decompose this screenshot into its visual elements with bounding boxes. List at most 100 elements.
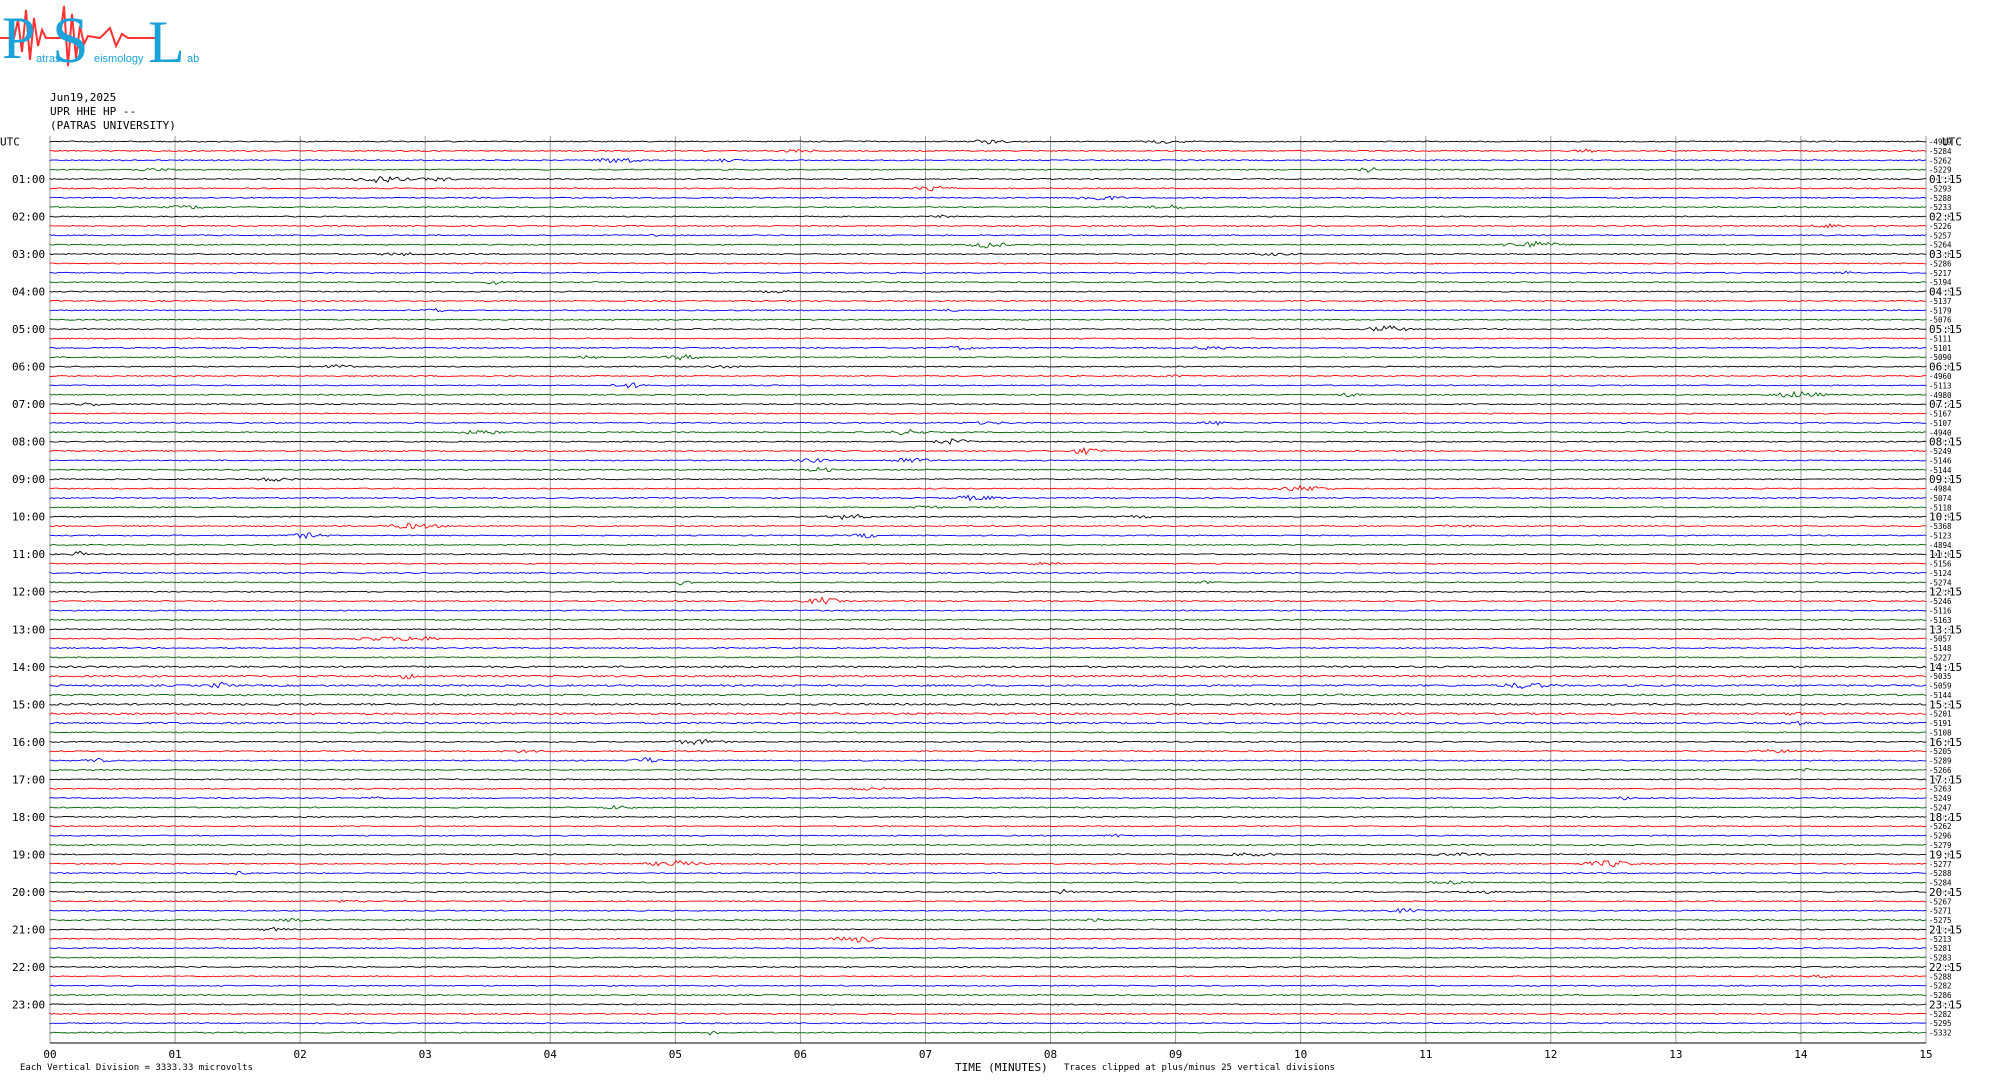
seismic-trace [49, 590, 1927, 593]
right-hour-label: 23:15 [1929, 998, 1962, 1011]
seismic-trace [49, 223, 1927, 229]
seismic-trace [49, 290, 1927, 294]
left-hour-label: 06:00 [12, 361, 45, 374]
right-hour-label: 03:15 [1929, 248, 1962, 261]
seismic-trace [49, 522, 1927, 529]
seismic-trace [49, 382, 1927, 389]
seismic-trace [49, 665, 1927, 669]
seismic-trace [49, 926, 1927, 932]
x-tick-label: 10 [1294, 1048, 1307, 1061]
right-hour-label: 10:15 [1929, 511, 1962, 524]
seismic-trace [49, 307, 1927, 313]
seismic-trace [49, 899, 1927, 903]
division-note: Each Vertical Division = 3333.33 microvo… [20, 1063, 253, 1073]
right-hour-label: 07:15 [1929, 398, 1962, 411]
seismic-trace [49, 681, 1927, 689]
seismic-trace [49, 1022, 1927, 1025]
clip-note: Traces clipped at plus/minus 25 vertical… [1064, 1063, 1335, 1073]
trace-offset-label: -5257 [1929, 231, 1952, 240]
trace-offset-label: -5123 [1929, 531, 1952, 540]
right-hour-label: 14:15 [1929, 661, 1962, 674]
seismic-trace [49, 628, 1927, 631]
trace-offset-label: -5101 [1929, 344, 1952, 353]
seismic-trace [49, 185, 1927, 192]
seismic-trace [49, 494, 1927, 502]
seismic-trace [49, 947, 1927, 950]
trace-offset-label: -5146 [1929, 456, 1952, 465]
seismic-trace [49, 787, 1927, 791]
seismic-trace [49, 888, 1927, 895]
right-hour-label: 15:15 [1929, 698, 1962, 711]
seismic-trace [49, 702, 1927, 706]
left-hour-label: 22:00 [12, 961, 45, 974]
seismic-trace [49, 233, 1927, 237]
right-hour-label: 02:15 [1929, 211, 1962, 224]
seismic-trace [49, 804, 1927, 810]
seismic-trace [49, 693, 1927, 697]
helicorder-plot: 00 01 02 03 04 05 06 07 08 09 10 11 12 13 14 15-4919-52… [0, 136, 1964, 1062]
right-utc-label: UTC [1942, 136, 1962, 149]
left-hour-label: 21:00 [12, 923, 45, 936]
x-axis-title: TIME (MINUTES) [955, 1061, 1048, 1074]
seismic-trace [49, 618, 1927, 621]
seismic-trace [49, 757, 1927, 763]
seismic-trace [49, 860, 1927, 868]
seismic-traces [49, 139, 1927, 1036]
trace-offset-label: -5271 [1929, 907, 1952, 916]
left-hour-label: 23:00 [12, 998, 45, 1011]
seismic-trace [49, 428, 1927, 435]
left-hour-label: 07:00 [12, 398, 45, 411]
right-hour-label: 09:15 [1929, 473, 1962, 486]
left-hour-label: 13:00 [12, 623, 45, 636]
seismic-trace [49, 1012, 1927, 1015]
seismic-trace [49, 270, 1927, 275]
trace-offset-label: -5289 [1929, 757, 1952, 766]
trace-offset-label: -5249 [1929, 794, 1952, 803]
trace-offset-label: -5116 [1929, 607, 1952, 616]
seismic-trace [49, 636, 1927, 642]
axis-labels: 00 01 02 03 04 05 06 07 08 09 10 11 12 13 14 15-4919-52… [0, 136, 1964, 1062]
trace-offset-label: -5179 [1929, 306, 1952, 315]
left-hour-label: 15:00 [12, 698, 45, 711]
right-hour-label: 08:15 [1929, 436, 1962, 449]
right-hour-label: 22:15 [1929, 961, 1962, 974]
left-hour-label: 02:00 [12, 211, 45, 224]
seismic-trace [49, 778, 1927, 781]
seismic-trace [49, 731, 1926, 734]
x-tick-label: 15 [1919, 1048, 1932, 1061]
x-tick-label: 00 [43, 1048, 56, 1061]
right-hour-label: 18:15 [1929, 811, 1962, 824]
seismic-trace [49, 571, 1927, 575]
right-hour-label: 12:15 [1929, 586, 1962, 599]
right-hour-label: 05:15 [1929, 323, 1962, 336]
trace-offset-label: -5191 [1929, 719, 1952, 728]
seismic-trace [49, 438, 1927, 445]
seismic-trace [49, 364, 1927, 369]
trace-offset-label: -5281 [1929, 944, 1952, 953]
trace-offset-label: -5074 [1929, 494, 1952, 503]
left-hour-label: 09:00 [12, 473, 45, 486]
seismic-trace [49, 175, 1927, 184]
trace-offset-label: -5332 [1929, 1029, 1952, 1038]
trace-offset-label: -5295 [1929, 1019, 1952, 1028]
seismic-trace [49, 561, 1927, 566]
seismic-trace [49, 484, 1927, 492]
seismic-trace [49, 148, 1927, 153]
seismic-trace [49, 412, 1927, 415]
x-tick-label: 08 [1044, 1048, 1057, 1061]
seismic-trace [49, 513, 1927, 521]
seismic-trace [49, 345, 1927, 351]
trace-offset-label: -5296 [1929, 832, 1952, 841]
seismic-trace [49, 195, 1927, 201]
x-tick-label: 14 [1794, 1048, 1808, 1061]
seismic-trace [49, 815, 1927, 818]
seismic-trace [49, 446, 1927, 456]
right-hour-label: 19:15 [1929, 848, 1962, 861]
seismic-trace [49, 280, 1927, 286]
right-hour-label: 17:15 [1929, 773, 1962, 786]
seismic-trace [49, 852, 1927, 857]
seismic-trace [49, 580, 1927, 586]
minute-gridlines [49, 136, 1927, 1044]
x-tick-label: 03 [419, 1048, 432, 1061]
seismic-trace [49, 833, 1927, 838]
